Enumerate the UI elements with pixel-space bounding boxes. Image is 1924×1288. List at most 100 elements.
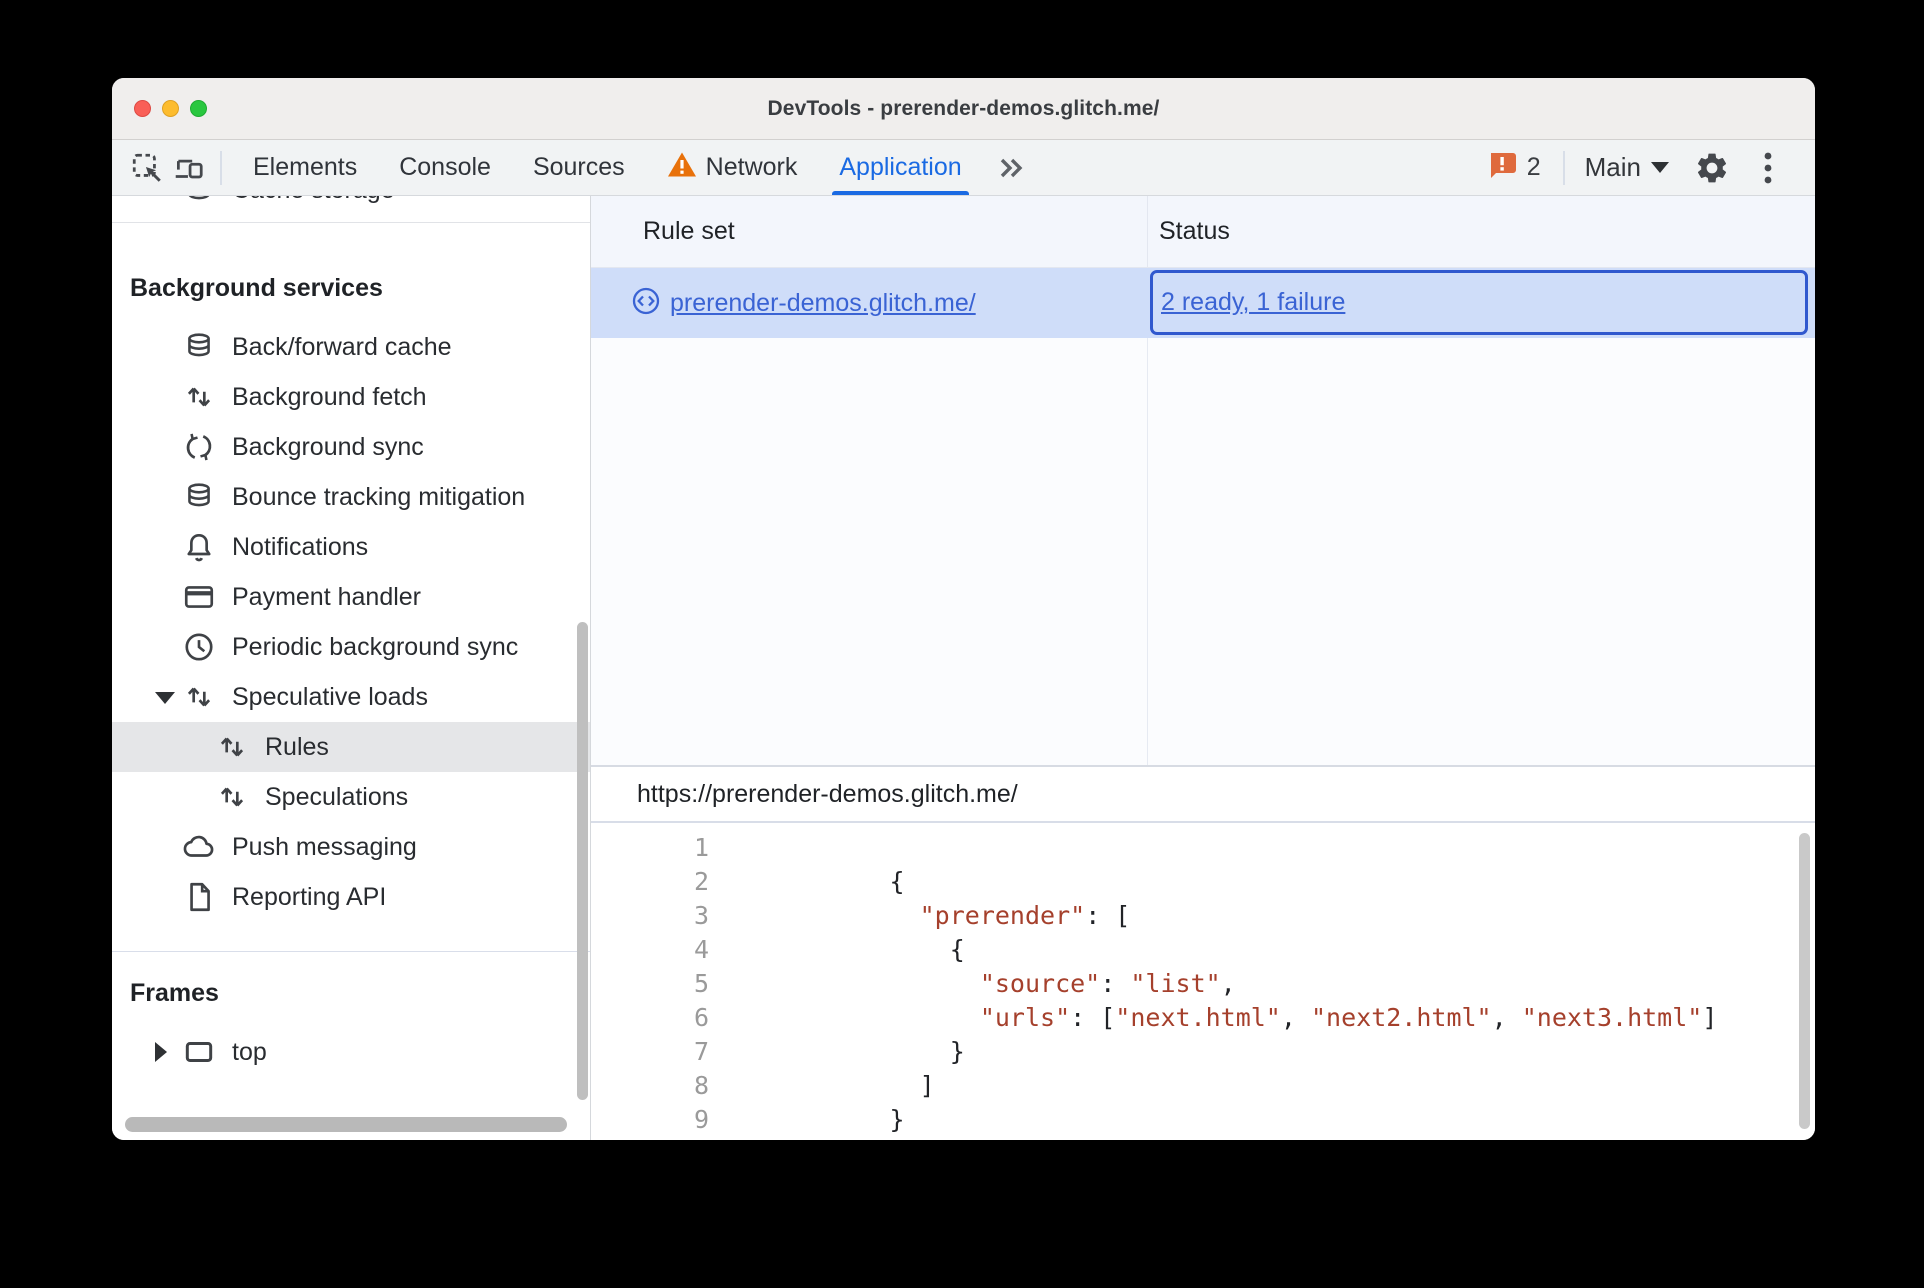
settings-button[interactable] [1691, 147, 1733, 189]
double-chevron-right-icon [997, 153, 1027, 183]
sidebar-item-back-forward-cache[interactable]: Back/forward cache [112, 322, 590, 372]
line-number: 1 [693, 833, 709, 862]
sidebar-item-cache-storage[interactable]: Cache storage [112, 196, 590, 215]
devtools-content: Cache storage Background services Back/f… [112, 196, 1815, 1140]
column-header-status[interactable]: Status [1148, 196, 1815, 267]
rule-set-source-url: https://prerender-demos.glitch.me/ [591, 767, 1815, 823]
code-text: "urls": ["next.html", "next2.html", "nex… [979, 1003, 1718, 1032]
code-text: "source": "list", [979, 969, 1236, 998]
inspect-element-button[interactable] [126, 147, 168, 189]
devtools-toolbar: Elements Console Sources Network Applica… [112, 140, 1815, 196]
credit-card-icon [182, 580, 216, 614]
line-number: 8 [693, 1071, 709, 1100]
tab-elements[interactable]: Elements [232, 140, 378, 195]
sidebar-horizontal-scrollbar[interactable] [125, 1117, 567, 1132]
up-down-arrows-icon [215, 730, 249, 764]
sidebar-item-top-frame[interactable]: top [112, 1027, 590, 1077]
column-header-rule-set[interactable]: Rule set [591, 196, 1148, 267]
sidebar-item-notifications[interactable]: Notifications [112, 522, 590, 572]
minimize-window-button[interactable] [162, 100, 179, 117]
grid-header: Rule set Status [591, 196, 1815, 268]
json-source-viewer: 12 {3 "prerender": [4 {5 "source": "list… [591, 823, 1815, 1140]
up-down-arrows-icon [182, 380, 216, 414]
zoom-window-button[interactable] [190, 100, 207, 117]
code-vertical-scrollbar[interactable] [1799, 833, 1810, 1129]
code-text: } [739, 1037, 965, 1066]
sidebar-item-speculative-loads[interactable]: Speculative loads [112, 672, 590, 722]
warning-triangle-icon [667, 151, 697, 185]
toggle-device-toolbar-button[interactable] [168, 147, 210, 189]
toolbar-separator-2 [1562, 150, 1565, 185]
issues-counter[interactable]: 2 [1486, 149, 1541, 186]
sidebar-item-bounce-tracking-mitigation[interactable]: Bounce tracking mitigation [112, 472, 590, 522]
code-text: ] [739, 1071, 935, 1100]
collapsed-triangle-icon[interactable] [155, 1042, 167, 1062]
grid-empty-area [591, 338, 1815, 765]
tab-network[interactable]: Network [646, 140, 819, 195]
status-cell[interactable]: 2 ready, 1 failure [1148, 268, 1815, 338]
titlebar: DevTools - prerender-demos.glitch.me/ [112, 78, 1815, 140]
grid-column-divider [1147, 338, 1148, 765]
line-number: 3 [693, 901, 709, 930]
active-tab-underline [832, 191, 969, 195]
status-cell-focus-ring: 2 ready, 1 failure [1150, 270, 1808, 335]
sync-arrows-icon [182, 430, 216, 464]
code-lines: 12 {3 "prerender": [4 {5 "source": "list… [591, 831, 1815, 1137]
tab-sources[interactable]: Sources [512, 140, 646, 195]
code-line: 4 { [591, 933, 1815, 967]
cloud-icon [182, 830, 216, 864]
inspect-cursor-icon [130, 151, 164, 185]
sidebar-item-payment-handler[interactable]: Payment handler [112, 572, 590, 622]
sidebar-vertical-scrollbar[interactable] [577, 622, 588, 1100]
sidebar-item-background-fetch[interactable]: Background fetch [112, 372, 590, 422]
background-services-items: Back/forward cache Background fetch Back… [112, 322, 590, 922]
code-line: 3 "prerender": [ [591, 899, 1815, 933]
section-frames: Frames [130, 978, 219, 1007]
section-background-services: Background services [130, 273, 383, 302]
status-link[interactable]: 2 ready, 1 failure [1161, 288, 1345, 317]
speculative-loads-panel: Rule set Status prerender-demos.glitch.m… [591, 196, 1815, 1140]
sidebar-item-speculations[interactable]: Speculations [112, 772, 590, 822]
sidebar-item-label: Cache storage [232, 196, 395, 205]
toolbar-right-group: 2 Main [1486, 147, 1789, 189]
rule-set-grid: Rule set Status prerender-demos.glitch.m… [591, 196, 1815, 767]
line-number: 2 [693, 867, 709, 896]
panel-tabs: Elements Console Sources Network Applica… [232, 140, 1033, 195]
tab-application[interactable]: Application [818, 140, 982, 195]
line-number: 5 [693, 969, 709, 998]
code-line: 7 } [591, 1035, 1815, 1069]
clock-icon [182, 630, 216, 664]
target-selector-dropdown[interactable]: Main [1585, 152, 1669, 183]
document-icon [182, 880, 216, 914]
more-tabs-button[interactable] [991, 147, 1033, 189]
sidebar-divider-frames [112, 951, 590, 952]
rule-set-cell[interactable]: prerender-demos.glitch.me/ [591, 268, 1148, 338]
devtools-window: DevTools - prerender-demos.glitch.me/ El… [112, 78, 1815, 1140]
rule-set-link[interactable]: prerender-demos.glitch.me/ [670, 289, 976, 318]
line-number: 4 [693, 935, 709, 964]
sidebar-item-push-messaging[interactable]: Push messaging [112, 822, 590, 872]
database-icon [182, 196, 216, 207]
more-options-button[interactable] [1747, 147, 1789, 189]
toolbar-separator [220, 150, 222, 185]
database-icon [182, 330, 216, 364]
code-text: { [739, 867, 905, 896]
sidebar-item-reporting-api[interactable]: Reporting API [112, 872, 590, 922]
sidebar-item-rules[interactable]: Rules [112, 722, 590, 772]
code-line: 9 } [591, 1103, 1815, 1137]
code-text: "prerender": [ [919, 901, 1131, 930]
code-line: 5 "source": "list", [591, 967, 1815, 1001]
database-icon [182, 480, 216, 514]
issue-badge-icon [1486, 149, 1518, 186]
close-window-button[interactable] [134, 100, 151, 117]
code-text: } [739, 1105, 905, 1134]
up-down-arrows-icon [182, 680, 216, 714]
table-row[interactable]: prerender-demos.glitch.me/ 2 ready, 1 fa… [591, 268, 1815, 338]
tab-console[interactable]: Console [378, 140, 512, 195]
sidebar-item-background-sync[interactable]: Background sync [112, 422, 590, 472]
issue-count: 2 [1526, 153, 1541, 181]
code-line: 2 { [591, 865, 1815, 899]
sidebar-item-periodic-background-sync[interactable]: Periodic background sync [112, 622, 590, 672]
expanded-triangle-icon[interactable] [155, 692, 175, 704]
vertical-dots-icon [1763, 150, 1773, 186]
